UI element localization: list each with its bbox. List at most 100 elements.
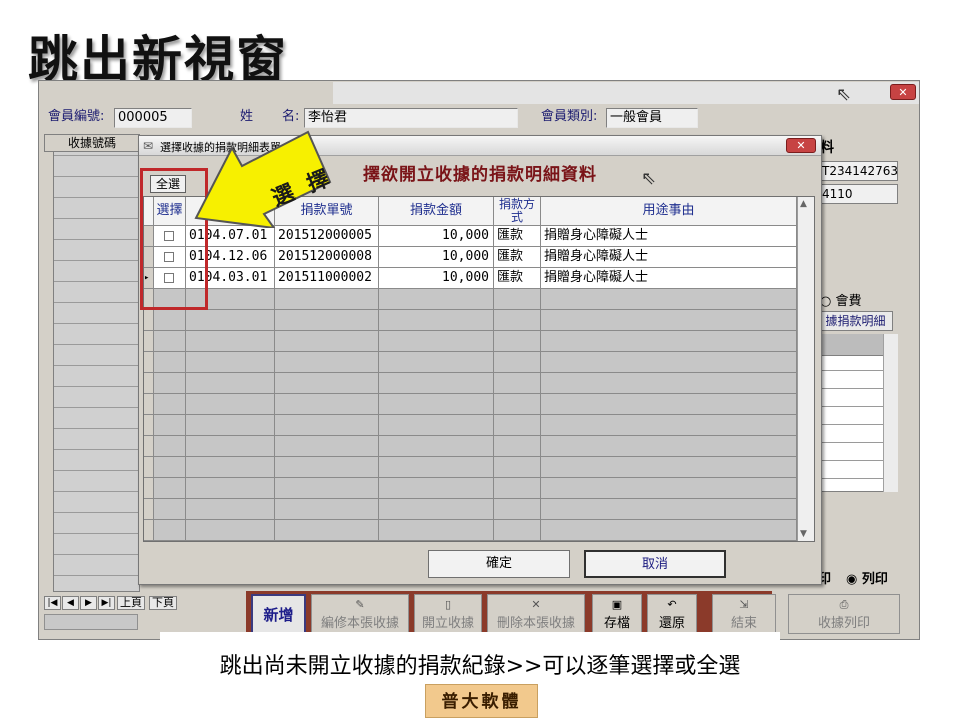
empty-cell bbox=[379, 394, 494, 415]
main-window-close-button[interactable]: ✕ bbox=[890, 84, 916, 100]
edit-receipt-button[interactable]: ✎ 編修本張收據 bbox=[311, 594, 409, 634]
empty-cell bbox=[494, 415, 541, 436]
empty-cell bbox=[541, 457, 797, 478]
exit-icon: ⇲ bbox=[739, 598, 749, 611]
cell-purpose: 捐贈身心障礙人士 bbox=[541, 226, 797, 247]
prev-record-button[interactable]: ◀ bbox=[62, 596, 79, 610]
confirm-button[interactable]: 確定 bbox=[428, 550, 570, 578]
next-record-button[interactable]: ▶ bbox=[80, 596, 97, 610]
dialog-mouse-cursor-icon: ⇖ bbox=[641, 168, 657, 189]
empty-cell bbox=[541, 415, 797, 436]
empty-cell bbox=[275, 436, 379, 457]
receipt-detail-button[interactable]: 據捐款明細 bbox=[818, 311, 893, 331]
empty-cell bbox=[275, 373, 379, 394]
member-no-label: 會員編號: bbox=[48, 109, 105, 124]
column-header-amount: 捐款金額 bbox=[379, 197, 494, 226]
slide-caption: 跳出尚未開立收據的捐款紀錄>>可以逐筆選擇或全選 bbox=[219, 654, 741, 679]
delete-receipt-button[interactable]: ✕ 刪除本張收據 bbox=[487, 594, 585, 634]
dialog-heading: 擇欲開立收據的捐款明細資料 bbox=[363, 165, 597, 185]
cell-method: 匯款 bbox=[494, 268, 541, 289]
empty-cell bbox=[379, 289, 494, 310]
member-type-field[interactable]: 一般會員 bbox=[606, 108, 698, 128]
select-cell bbox=[154, 520, 186, 541]
cell-amount: 10,000 bbox=[379, 247, 494, 268]
row-indicator bbox=[144, 436, 154, 457]
empty-cell bbox=[186, 373, 275, 394]
cell-purpose: 捐贈身心障礙人士 bbox=[541, 268, 797, 289]
empty-cell bbox=[379, 331, 494, 352]
receipt-list-grid[interactable] bbox=[44, 134, 140, 592]
id-number-field[interactable]: T234142763 bbox=[818, 161, 898, 181]
prev-page-button[interactable]: 上頁 bbox=[117, 596, 145, 610]
cell-amount: 10,000 bbox=[379, 268, 494, 289]
empty-cell bbox=[186, 352, 275, 373]
first-record-button[interactable]: |◀ bbox=[44, 596, 61, 610]
issue-receipt-button[interactable]: ▯ 開立收據 bbox=[414, 594, 482, 634]
select-cell bbox=[154, 457, 186, 478]
empty-cell bbox=[379, 457, 494, 478]
row-indicator bbox=[144, 394, 154, 415]
receipt-print-button[interactable]: ⎙ 收據列印 bbox=[788, 594, 900, 634]
phone-field[interactable]: 4110 bbox=[818, 184, 898, 204]
empty-cell bbox=[186, 499, 275, 520]
empty-cell bbox=[275, 394, 379, 415]
empty-cell bbox=[186, 310, 275, 331]
row-indicator bbox=[144, 373, 154, 394]
edit-icon: ✎ bbox=[355, 598, 365, 611]
empty-cell bbox=[494, 520, 541, 541]
select-cell bbox=[154, 415, 186, 436]
empty-cell bbox=[541, 289, 797, 310]
new-button[interactable]: 新增 bbox=[251, 594, 306, 634]
select-cell bbox=[154, 478, 186, 499]
row-indicator bbox=[144, 520, 154, 541]
end-button[interactable]: ⇲ 結束 bbox=[712, 594, 776, 634]
empty-cell bbox=[186, 457, 275, 478]
empty-cell bbox=[494, 352, 541, 373]
radio-selected-icon: ◉ bbox=[846, 572, 862, 587]
select-cell bbox=[154, 331, 186, 352]
scroll-up-icon[interactable]: ▲ bbox=[800, 199, 807, 209]
select-cell bbox=[154, 373, 186, 394]
brand-logo: 普大軟體 bbox=[425, 684, 538, 718]
empty-cell bbox=[541, 352, 797, 373]
scroll-down-icon[interactable]: ▼ bbox=[800, 529, 807, 539]
cell-number: 201512000005 bbox=[275, 226, 379, 247]
donation-grid-scrollbar[interactable] bbox=[797, 197, 814, 541]
select-cell bbox=[154, 352, 186, 373]
empty-cell bbox=[186, 478, 275, 499]
empty-cell bbox=[541, 436, 797, 457]
next-page-button[interactable]: 下頁 bbox=[149, 596, 177, 610]
select-cell bbox=[154, 310, 186, 331]
empty-cell bbox=[275, 415, 379, 436]
empty-cell bbox=[186, 394, 275, 415]
empty-cell bbox=[494, 289, 541, 310]
right-panel-heading: 料 bbox=[820, 140, 834, 156]
print-radio[interactable]: ◉ 列印 bbox=[846, 568, 888, 587]
empty-cell bbox=[186, 520, 275, 541]
row-indicator bbox=[144, 499, 154, 520]
select-cell bbox=[154, 394, 186, 415]
empty-cell bbox=[186, 436, 275, 457]
last-record-button[interactable]: ▶| bbox=[98, 596, 115, 610]
status-field bbox=[44, 614, 138, 630]
cell-purpose: 捐贈身心障礙人士 bbox=[541, 247, 797, 268]
empty-cell bbox=[186, 415, 275, 436]
restore-button[interactable]: ↶ 還原 bbox=[647, 594, 697, 634]
delete-icon: ✕ bbox=[531, 598, 541, 611]
column-header-purpose: 用途事由 bbox=[541, 197, 797, 226]
right-detail-scrollbar[interactable] bbox=[883, 334, 898, 492]
cancel-button[interactable]: 取消 bbox=[584, 550, 726, 578]
empty-cell bbox=[494, 373, 541, 394]
slide-strip bbox=[160, 632, 780, 642]
cell-method: 匯款 bbox=[494, 247, 541, 268]
save-button[interactable]: ▣ 存檔 bbox=[592, 594, 642, 634]
empty-cell bbox=[541, 499, 797, 520]
empty-cell bbox=[541, 478, 797, 499]
row-indicator bbox=[144, 478, 154, 499]
empty-cell bbox=[494, 436, 541, 457]
empty-cell bbox=[186, 331, 275, 352]
empty-cell bbox=[494, 457, 541, 478]
fee-radio[interactable]: ○ 會費 bbox=[820, 290, 862, 309]
dialog-close-button[interactable]: ✕ bbox=[786, 138, 816, 153]
empty-cell bbox=[379, 520, 494, 541]
